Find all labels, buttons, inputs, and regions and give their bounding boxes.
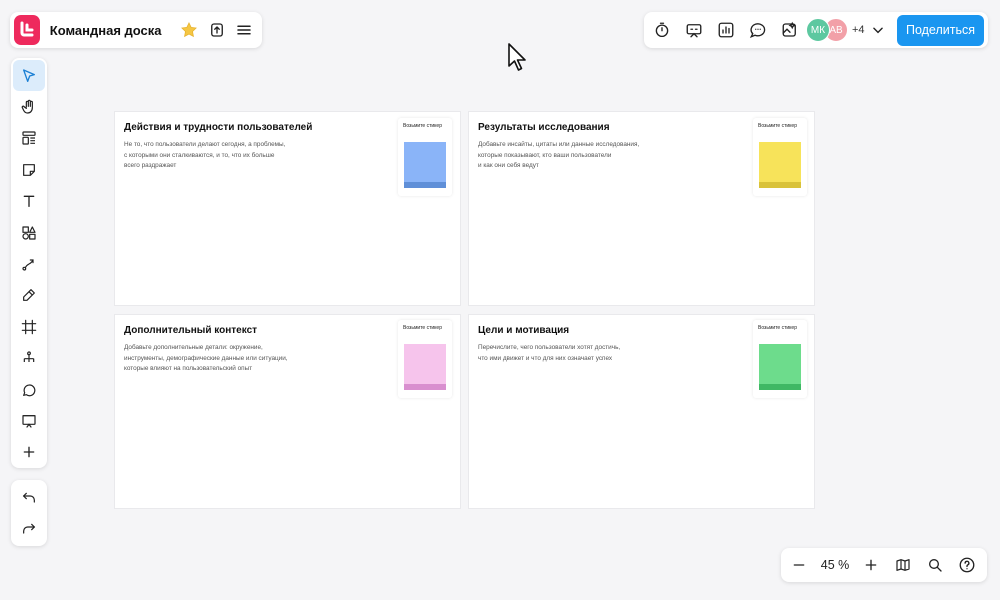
analytics-icon[interactable] [710, 15, 742, 45]
mouse-cursor-icon [507, 42, 529, 77]
templates-icon[interactable] [13, 123, 45, 154]
text-tool-icon[interactable] [13, 186, 45, 217]
comments-icon[interactable] [742, 15, 774, 45]
sticker-label: Возьмите стикер [758, 123, 797, 129]
help-icon[interactable] [951, 550, 983, 580]
avatar[interactable]: МК [806, 18, 830, 42]
zoom-panel: 45 % [781, 548, 987, 582]
redo-icon[interactable] [13, 514, 45, 546]
sticker-label: Возьмите стикер [403, 325, 442, 331]
sticky-note-blue[interactable] [404, 142, 446, 188]
template-card-research[interactable]: Результаты исследования Добавьте инсайты… [468, 111, 815, 306]
template-card-goals[interactable]: Цели и мотивация Перечислите, чего польз… [468, 314, 815, 509]
hand-tool-icon[interactable] [13, 91, 45, 122]
add-icon[interactable] [13, 437, 45, 468]
pen-icon[interactable] [13, 280, 45, 311]
board-panel: Командная доска [10, 12, 262, 48]
connector-icon[interactable] [13, 248, 45, 279]
card-title[interactable]: Действия и трудности пользователей [124, 122, 312, 133]
template-card-context[interactable]: Дополнительный контекст Добавьте дополни… [114, 314, 461, 509]
undo-icon[interactable] [13, 482, 45, 514]
mindmap-icon[interactable] [13, 343, 45, 374]
tools-toolbar [11, 58, 47, 468]
sticker-label: Возьмите стикер [758, 325, 797, 331]
card-description[interactable]: Добавьте инсайты, цитаты или данные иссл… [478, 140, 683, 172]
card-title[interactable]: Результаты исследования [478, 122, 610, 133]
sticker-source[interactable]: Возьмите стикер [398, 118, 452, 196]
minimap-icon[interactable] [887, 550, 919, 580]
app-logo-icon[interactable] [14, 15, 40, 45]
export-icon[interactable] [203, 15, 230, 45]
ai-image-icon[interactable] [774, 15, 806, 45]
share-button[interactable]: Поделиться [896, 14, 984, 46]
card-title[interactable]: Дополнительный контекст [124, 325, 257, 336]
sticker-source[interactable]: Возьмите стикер [753, 320, 807, 398]
menu-icon[interactable] [231, 15, 258, 45]
sticker-source[interactable]: Возьмите стикер [398, 320, 452, 398]
zoom-level[interactable]: 45 % [815, 558, 855, 572]
search-icon[interactable] [919, 550, 951, 580]
collaboration-panel: МК АВ +4 Поделиться [644, 12, 988, 48]
zoom-in-icon[interactable] [855, 550, 887, 580]
sticky-note-icon[interactable] [13, 154, 45, 185]
sticky-note-yellow[interactable] [759, 142, 801, 188]
select-tool-icon[interactable] [13, 60, 45, 92]
history-toolbar [11, 480, 47, 546]
card-title[interactable]: Цели и мотивация [478, 325, 569, 336]
star-icon[interactable] [176, 15, 203, 45]
shapes-icon[interactable] [13, 217, 45, 248]
board-title[interactable]: Командная доска [50, 23, 162, 38]
sticky-note-pink[interactable] [404, 344, 446, 390]
timer-icon[interactable] [646, 15, 678, 45]
sticky-note-green[interactable] [759, 344, 801, 390]
more-users-count[interactable]: +4 [852, 24, 865, 36]
presentation-tool-icon[interactable] [13, 405, 45, 436]
sticker-source[interactable]: Возьмите стикер [753, 118, 807, 196]
chevron-down-icon[interactable] [867, 15, 889, 45]
zoom-out-icon[interactable] [783, 550, 815, 580]
card-description[interactable]: Добавьте дополнительные детали: окружени… [124, 343, 329, 375]
frame-icon[interactable] [13, 311, 45, 342]
card-description[interactable]: Перечислите, чего пользователи хотят дос… [478, 343, 683, 364]
card-description[interactable]: Не то, что пользователи делают сегодня, … [124, 140, 329, 172]
comment-icon[interactable] [13, 374, 45, 405]
presentation-icon[interactable] [678, 15, 710, 45]
template-card-user-actions[interactable]: Действия и трудности пользователей Не то… [114, 111, 461, 306]
sticker-label: Возьмите стикер [403, 123, 442, 129]
